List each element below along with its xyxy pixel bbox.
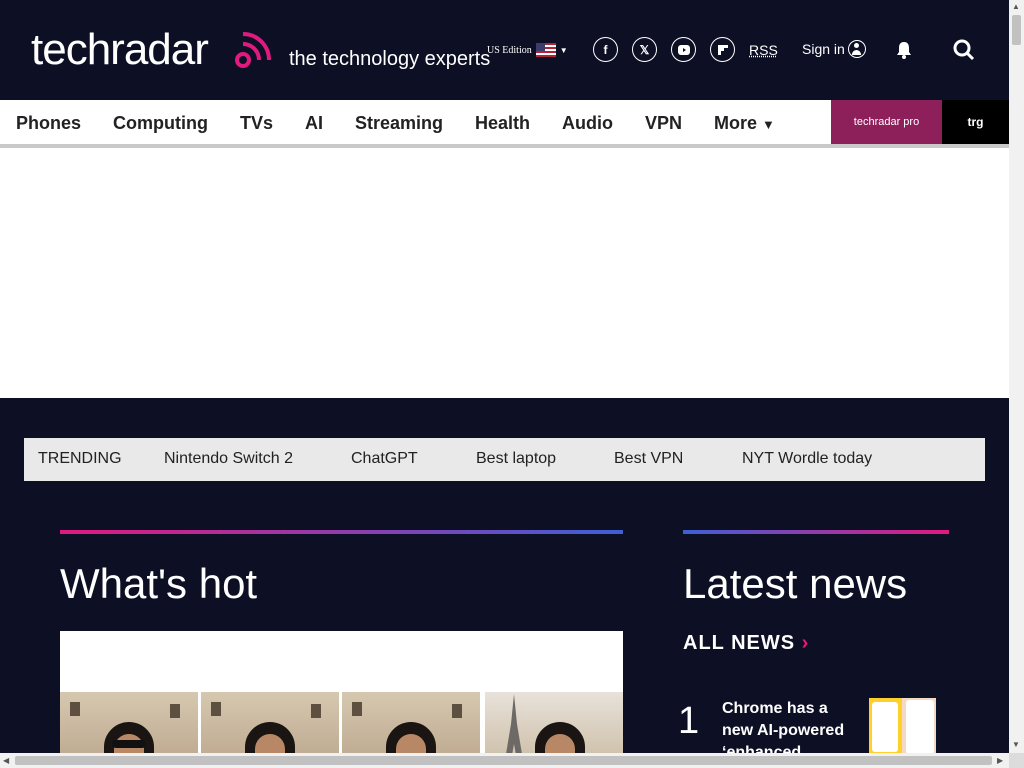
- tagline: the technology experts: [289, 48, 491, 70]
- youtube-icon[interactable]: [671, 37, 696, 62]
- edition-selector[interactable]: US Edition ▼: [487, 43, 568, 57]
- whats-hot-divider: [60, 530, 623, 534]
- sign-in-label: Sign in: [802, 41, 845, 57]
- news-rank: 1: [678, 700, 700, 742]
- trending-item[interactable]: Best VPN: [614, 450, 683, 468]
- scroll-down-icon[interactable]: ▼: [1012, 740, 1020, 749]
- scroll-right-icon[interactable]: ▶: [997, 756, 1003, 765]
- trending-bar: TRENDING Nintendo Switch 2 ChatGPT Best …: [24, 438, 985, 481]
- vertical-scrollbar[interactable]: ▲ ▼: [1009, 0, 1024, 753]
- sign-in-button[interactable]: Sign in: [802, 40, 866, 58]
- trg-label: trg: [967, 115, 984, 129]
- vertical-scroll-thumb[interactable]: [1012, 15, 1021, 45]
- bell-icon[interactable]: [894, 40, 914, 60]
- search-icon[interactable]: [953, 39, 975, 61]
- latest-news-divider: [683, 530, 949, 534]
- nav-item-phones[interactable]: Phones: [16, 113, 81, 134]
- trending-label: TRENDING: [38, 450, 122, 467]
- ad-slot: [0, 148, 1009, 398]
- horizontal-scrollbar[interactable]: ◀ ▶: [0, 753, 1009, 768]
- facebook-icon[interactable]: f: [593, 37, 618, 62]
- us-flag-icon: [535, 43, 556, 57]
- whats-hot-title: What's hot: [60, 560, 258, 607]
- logo-text: techradar: [31, 25, 209, 74]
- chevron-right-icon: ›: [801, 632, 810, 654]
- more-label: More: [714, 113, 758, 133]
- site-header: techradar the technology experts US Edit…: [0, 0, 1009, 100]
- nav-item-health[interactable]: Health: [475, 113, 530, 134]
- trg-link[interactable]: trg: [942, 100, 1009, 144]
- whats-hot-carousel[interactable]: [60, 631, 623, 768]
- techradar-logo[interactable]: techradar: [31, 25, 209, 74]
- rss-link[interactable]: RSS: [749, 42, 778, 58]
- user-icon: [847, 40, 866, 58]
- trending-item[interactable]: NYT Wordle today: [742, 450, 872, 468]
- page: techradar the technology experts US Edit…: [0, 0, 1024, 768]
- flipboard-icon[interactable]: [710, 37, 735, 62]
- nav-item-vpn[interactable]: VPN: [645, 113, 682, 134]
- all-news-label: ALL NEWS: [683, 632, 796, 654]
- nav-item-audio[interactable]: Audio: [562, 113, 613, 134]
- caret-down-icon: ▼: [762, 117, 775, 132]
- edition-label: US Edition: [487, 44, 532, 56]
- techradar-pro-link[interactable]: techradar pro: [831, 100, 942, 144]
- pro-label: techradar pro: [853, 116, 920, 128]
- news-thumbnail[interactable]: [869, 698, 936, 754]
- nav-item-tvs[interactable]: TVs: [240, 113, 273, 134]
- latest-news-title: Latest news: [683, 560, 908, 607]
- main-nav: Phones Computing TVs AI Streaming Health…: [0, 100, 1009, 144]
- nav-item-computing[interactable]: Computing: [113, 113, 208, 134]
- all-news-link[interactable]: ALL NEWS ›: [683, 632, 809, 655]
- scroll-up-icon[interactable]: ▲: [1012, 2, 1020, 11]
- trending-item[interactable]: Best laptop: [476, 450, 556, 468]
- trending-item[interactable]: ChatGPT: [351, 450, 418, 468]
- nav-item-ai[interactable]: AI: [305, 113, 323, 134]
- horizontal-scroll-thumb[interactable]: [15, 756, 992, 765]
- nav-item-more[interactable]: More ▼: [714, 113, 775, 134]
- scroll-left-icon[interactable]: ◀: [3, 756, 9, 765]
- caret-down-icon: ▼: [559, 45, 568, 55]
- scrollbar-corner: [1009, 753, 1024, 768]
- x-icon[interactable]: 𝕏: [632, 37, 657, 62]
- trending-item[interactable]: Nintendo Switch 2: [164, 450, 293, 468]
- nav-item-streaming[interactable]: Streaming: [355, 113, 443, 134]
- logo-signal-icon: [235, 32, 271, 68]
